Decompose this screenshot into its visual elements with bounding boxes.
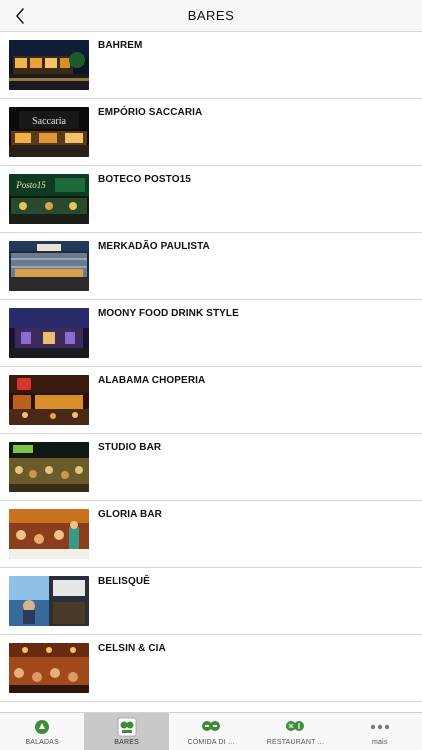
- tab-label: mais: [372, 739, 388, 746]
- sign-text: Posto15: [15, 180, 46, 190]
- moony-photo: [9, 308, 89, 358]
- restaurantes-icon: [285, 717, 305, 737]
- alabama-choperia-photo: [9, 375, 89, 425]
- bar-name: STUDIO BAR: [98, 442, 162, 453]
- list-item[interactable]: BAHREM: [0, 32, 422, 99]
- emporio-saccaria-photo: Saccaria: [9, 107, 89, 157]
- bar-name: MOONY FOOD DRINK STYLE: [98, 308, 239, 319]
- belisque-photo: [9, 576, 89, 626]
- tab-label: BARES: [114, 739, 139, 746]
- tab-comida-di-buteco[interactable]: COMIDA DI ...: [169, 713, 253, 750]
- more-dots-icon: [370, 717, 390, 737]
- bar-name: BAHREM: [98, 40, 143, 51]
- bar-name: GLORIA BAR: [98, 509, 162, 520]
- tab-label: COMIDA DI ...: [187, 739, 235, 746]
- list-item[interactable]: Posto15 BOTECO POSTO15: [0, 166, 422, 233]
- bar-name: EMPÓRIO SACCARIA: [98, 107, 203, 118]
- list-item[interactable]: BELISQUÊ: [0, 568, 422, 635]
- tab-label: RESTAURANT ...: [266, 739, 325, 746]
- navigation-bar: BARES: [0, 0, 422, 32]
- list-item[interactable]: CELSIN & CIA: [0, 635, 422, 702]
- list-item[interactable]: MERKADÃO PAULISTA: [0, 233, 422, 300]
- list-item[interactable]: ALABAMA CHOPERIA: [0, 367, 422, 434]
- sign-text: Saccaria: [32, 116, 66, 127]
- tab-label: BALADAS: [25, 739, 60, 746]
- bahrem-photo: [9, 40, 89, 90]
- bar-name: MERKADÃO PAULISTA: [98, 241, 210, 252]
- bars-list[interactable]: BAHREM Saccaria EMPÓRIO SACCARIA Posto15: [0, 32, 422, 712]
- bar-name: ALABAMA CHOPERIA: [98, 375, 206, 386]
- celsin-cia-photo: [9, 643, 89, 693]
- bar-name: BELISQUÊ: [98, 576, 150, 587]
- tab-more[interactable]: mais: [338, 713, 422, 750]
- bar-name: CELSIN & CIA: [98, 643, 166, 654]
- bares-icon: [117, 717, 137, 737]
- list-item[interactable]: STUDIO BAR: [0, 434, 422, 501]
- list-item[interactable]: MOONY FOOD DRINK STYLE: [0, 300, 422, 367]
- list-item[interactable]: GLORIA BAR: [0, 501, 422, 568]
- page-title: BARES: [187, 8, 235, 23]
- tab-baladas[interactable]: BALADAS: [0, 713, 84, 750]
- boteco-posto15-photo: Posto15: [9, 174, 89, 224]
- tab-bar: BALADAS BARES COMIDA DI ... RESTAURANT .…: [0, 712, 422, 750]
- comida-di-buteco-icon: [201, 717, 221, 737]
- tab-bares[interactable]: BARES: [84, 713, 169, 750]
- gloria-bar-photo: [9, 509, 89, 559]
- studio-bar-photo: [9, 442, 89, 492]
- tab-restaurantes[interactable]: RESTAURANT ...: [253, 713, 337, 750]
- merkadao-paulista-photo: [9, 241, 89, 291]
- bar-name: BOTECO POSTO15: [98, 174, 191, 185]
- baladas-icon: [32, 717, 52, 737]
- list-item[interactable]: Saccaria EMPÓRIO SACCARIA: [0, 99, 422, 166]
